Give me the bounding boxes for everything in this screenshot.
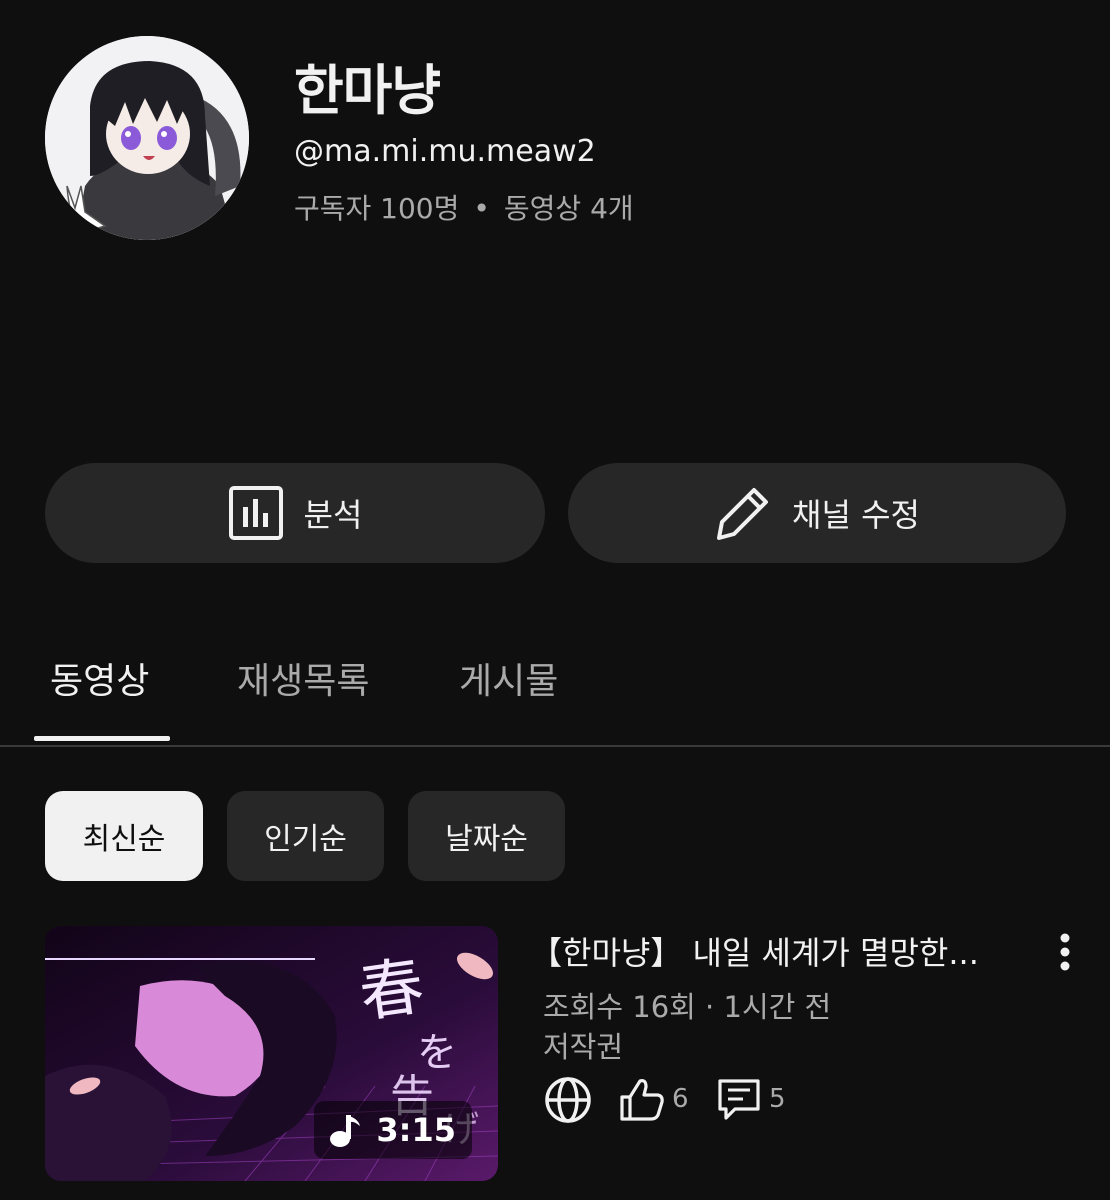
thumbnail-title-text: 春 (355, 950, 429, 1032)
analytics-label: 분석 (303, 496, 363, 534)
comments-stat: 5 (715, 1075, 786, 1123)
tab-videos[interactable]: 동영상 (50, 652, 149, 704)
channel-tabs: 동영상 재생목록 게시물 (0, 640, 1110, 747)
channel-handle: @ma.mi.mu.meaw2 (294, 134, 596, 169)
video-count: 동영상 4개 (503, 192, 634, 225)
active-tab-indicator (34, 736, 170, 741)
video-thumbnail[interactable]: 春 を 告 げ 3:15 (45, 926, 498, 1181)
video-copyright-label: 저작권 (543, 1030, 624, 1064)
thumbs-up-icon (620, 1079, 664, 1121)
globe-icon (545, 1077, 591, 1123)
video-duration-badge: 3:15 (314, 1101, 472, 1159)
channel-meta: 구독자 100명 • 동영상 4개 (294, 187, 634, 227)
comments-count: 5 (769, 1084, 786, 1114)
channel-name: 한마냥 (294, 59, 441, 122)
video-views-time: 조회수 16회 · 1시간 전 (543, 990, 832, 1024)
sort-chip-popular[interactable]: 인기순 (227, 791, 384, 881)
likes-stat: 6 (618, 1075, 689, 1123)
analytics-button[interactable]: 분석 (45, 463, 545, 563)
video-duration: 3:15 (376, 1111, 456, 1149)
tab-playlists[interactable]: 재생목록 (237, 652, 369, 704)
edit-channel-label: 채널 수정 (792, 496, 920, 534)
subscriber-count: 구독자 100명 (294, 192, 460, 225)
video-title[interactable]: 【한마냥】 내일 세계가 멸망한... (530, 928, 1020, 974)
more-options-button[interactable] (1050, 930, 1080, 974)
comment-icon (718, 1079, 760, 1120)
sort-chip-date[interactable]: 날짜순 (408, 791, 565, 881)
visibility-indicator (543, 1075, 593, 1125)
pencil-icon (717, 488, 769, 540)
avatar-illustration (45, 36, 249, 240)
edit-channel-button[interactable]: 채널 수정 (568, 463, 1066, 563)
likes-count: 6 (672, 1084, 689, 1114)
channel-avatar[interactable] (45, 36, 249, 240)
meta-separator: • (473, 192, 490, 225)
analytics-icon (228, 486, 283, 540)
svg-text:を: を (417, 1030, 457, 1076)
kebab-menu-icon (1060, 933, 1070, 971)
sort-chip-latest[interactable]: 최신순 (45, 791, 203, 881)
tab-posts[interactable]: 게시물 (459, 652, 558, 704)
music-note-icon (330, 1115, 361, 1147)
